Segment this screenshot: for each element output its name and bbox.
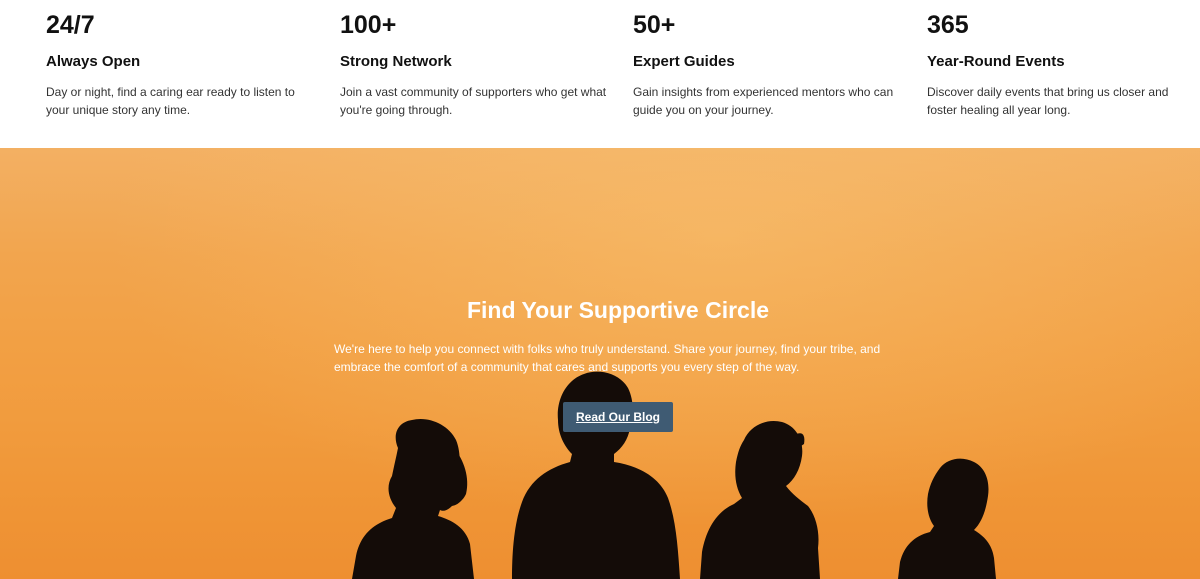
stat-card-strong-network: 100+ Strong Network Join a vast communit… xyxy=(340,10,610,119)
silhouette-person-4 xyxy=(898,458,996,579)
silhouette-person-3 xyxy=(700,420,820,579)
stat-title: Year-Round Events xyxy=(927,53,1065,70)
stat-number: 24/7 xyxy=(46,11,95,39)
stat-description: Discover daily events that bring us clos… xyxy=(927,85,1169,117)
stat-title: Expert Guides xyxy=(633,53,735,70)
stat-number: 100+ xyxy=(340,11,397,39)
hero-section: Find Your Supportive Circle We're here t… xyxy=(0,148,1200,579)
hero-description: We're here to help you connect with folk… xyxy=(334,342,881,374)
stat-title: Strong Network xyxy=(340,53,452,70)
stats-section: 24/7 Always Open Day or night, find a ca… xyxy=(0,0,1200,148)
silhouette-person-1 xyxy=(352,418,474,579)
stat-card-expert-guides: 50+ Expert Guides Gain insights from exp… xyxy=(633,10,903,119)
stat-description: Gain insights from experienced mentors w… xyxy=(633,85,894,117)
stat-title: Always Open xyxy=(46,53,141,70)
stat-card-always-open: 24/7 Always Open Day or night, find a ca… xyxy=(46,10,316,119)
hero-title: Find Your Supportive Circle xyxy=(466,297,770,323)
stat-number: 50+ xyxy=(633,11,676,39)
stat-description: Join a vast community of supporters who … xyxy=(340,85,607,117)
read-our-blog-button[interactable]: Read Our Blog xyxy=(563,402,673,432)
stat-card-year-round-events: 365 Year-Round Events Discover daily eve… xyxy=(927,10,1197,119)
stat-description: Day or night, find a caring ear ready to… xyxy=(46,85,295,117)
stat-number: 365 xyxy=(927,11,969,39)
